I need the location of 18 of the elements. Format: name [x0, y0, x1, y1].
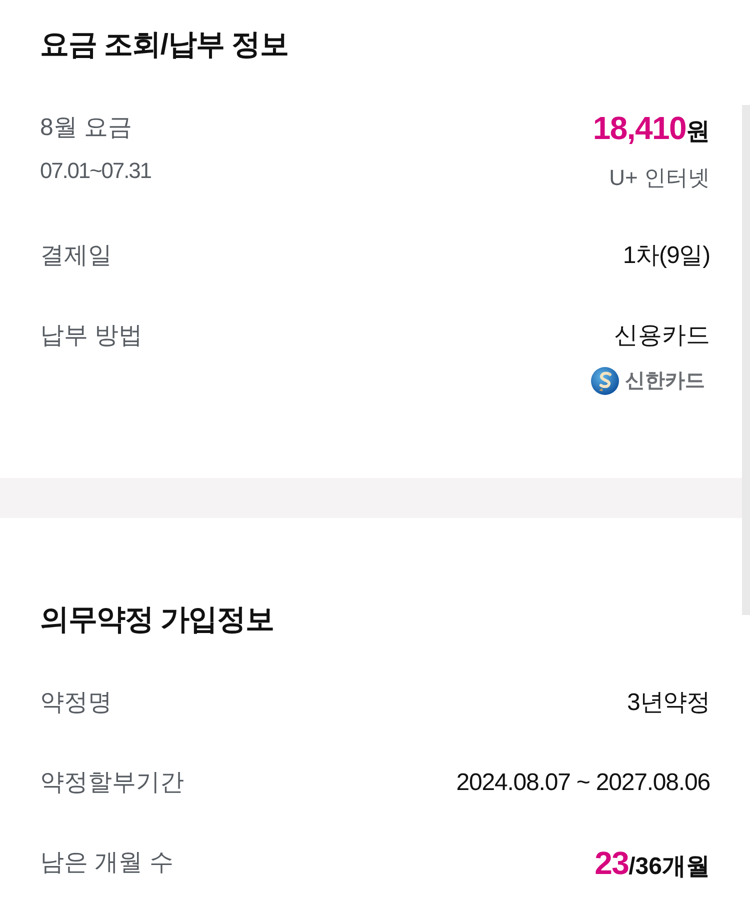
- row-label: 약정할부기간: [40, 768, 184, 798]
- row-value: 3년약정: [627, 688, 710, 718]
- row-label: 납부 방법: [40, 321, 143, 351]
- section-title: 의무약정 가입정보: [40, 603, 274, 638]
- row-value: 1차(9일): [622, 241, 710, 271]
- card-logo-icon: [591, 367, 619, 395]
- service-name: U+ 인터넷: [609, 164, 710, 192]
- row-label: 결제일: [40, 241, 112, 271]
- remaining-months: 23/36개월: [594, 846, 710, 883]
- card-name: 신한카드: [625, 369, 705, 394]
- row-label: 남은 개월 수: [40, 848, 174, 878]
- row-value: 신용카드: [614, 321, 710, 351]
- bill-amount: 18,410원: [592, 111, 710, 148]
- billing-period: 07.01~07.31: [40, 157, 151, 185]
- section-title: 요금 조회/납부 정보: [40, 28, 288, 63]
- row-label: 8월 요금: [40, 113, 132, 143]
- row-label: 약정명: [40, 688, 112, 718]
- row-value: 2024.08.07 ~ 2027.08.06: [456, 768, 710, 798]
